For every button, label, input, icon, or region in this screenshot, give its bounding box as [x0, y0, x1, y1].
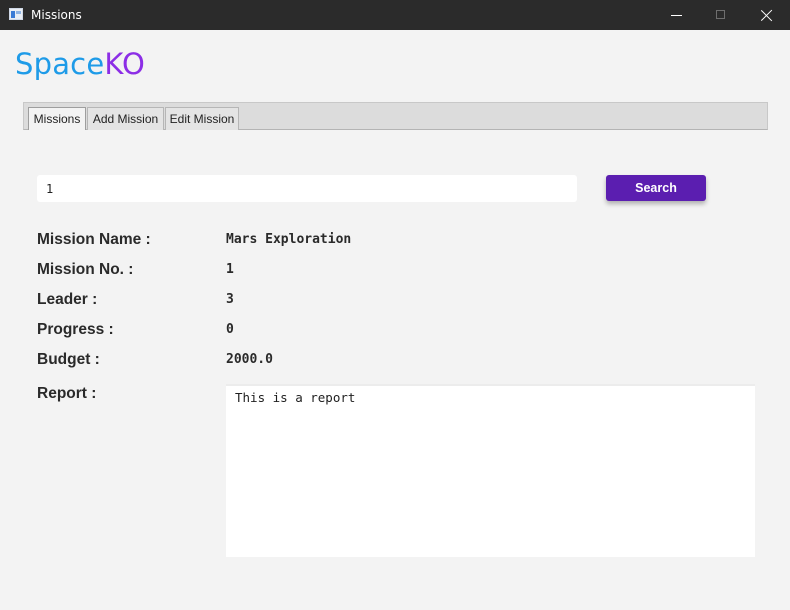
budget-value: 2000.0: [226, 352, 273, 367]
maximize-button[interactable]: [698, 0, 744, 30]
app-logo: SpaceKO: [15, 45, 145, 83]
mission-no-value: 1: [226, 262, 234, 277]
close-button[interactable]: [744, 0, 790, 30]
leader-value: 3: [226, 292, 234, 307]
minimize-icon: [671, 15, 682, 16]
report-textarea[interactable]: This is a report: [226, 384, 755, 557]
window-title: Missions: [31, 8, 82, 22]
mission-name-label: Mission Name :: [37, 231, 151, 248]
maximize-icon: [716, 10, 725, 19]
leader-label: Leader :: [37, 291, 98, 308]
logo-text-ko: KO: [104, 47, 146, 81]
close-icon: [761, 9, 773, 21]
progress-value: 0: [226, 322, 234, 337]
tab-edit-mission[interactable]: Edit Mission: [165, 107, 239, 130]
tab-add-mission[interactable]: Add Mission: [87, 107, 164, 130]
tab-bar: Missions Add Mission Edit Mission: [23, 102, 768, 130]
search-button[interactable]: Search: [606, 175, 706, 201]
tab-missions[interactable]: Missions: [28, 107, 86, 130]
report-label: Report :: [37, 385, 97, 402]
logo-text-space: Space: [15, 47, 105, 81]
app-window-icon: [9, 8, 23, 20]
mission-name-value: Mars Exploration: [226, 232, 352, 247]
app-window: Missions SpaceKO Missions Add Mission Ed…: [0, 0, 790, 610]
budget-label: Budget :: [37, 351, 100, 368]
mission-no-label: Mission No. :: [37, 261, 134, 278]
minimize-button[interactable]: [654, 0, 700, 30]
title-bar[interactable]: Missions: [0, 0, 790, 30]
progress-label: Progress :: [37, 321, 114, 338]
search-input[interactable]: [37, 175, 577, 202]
